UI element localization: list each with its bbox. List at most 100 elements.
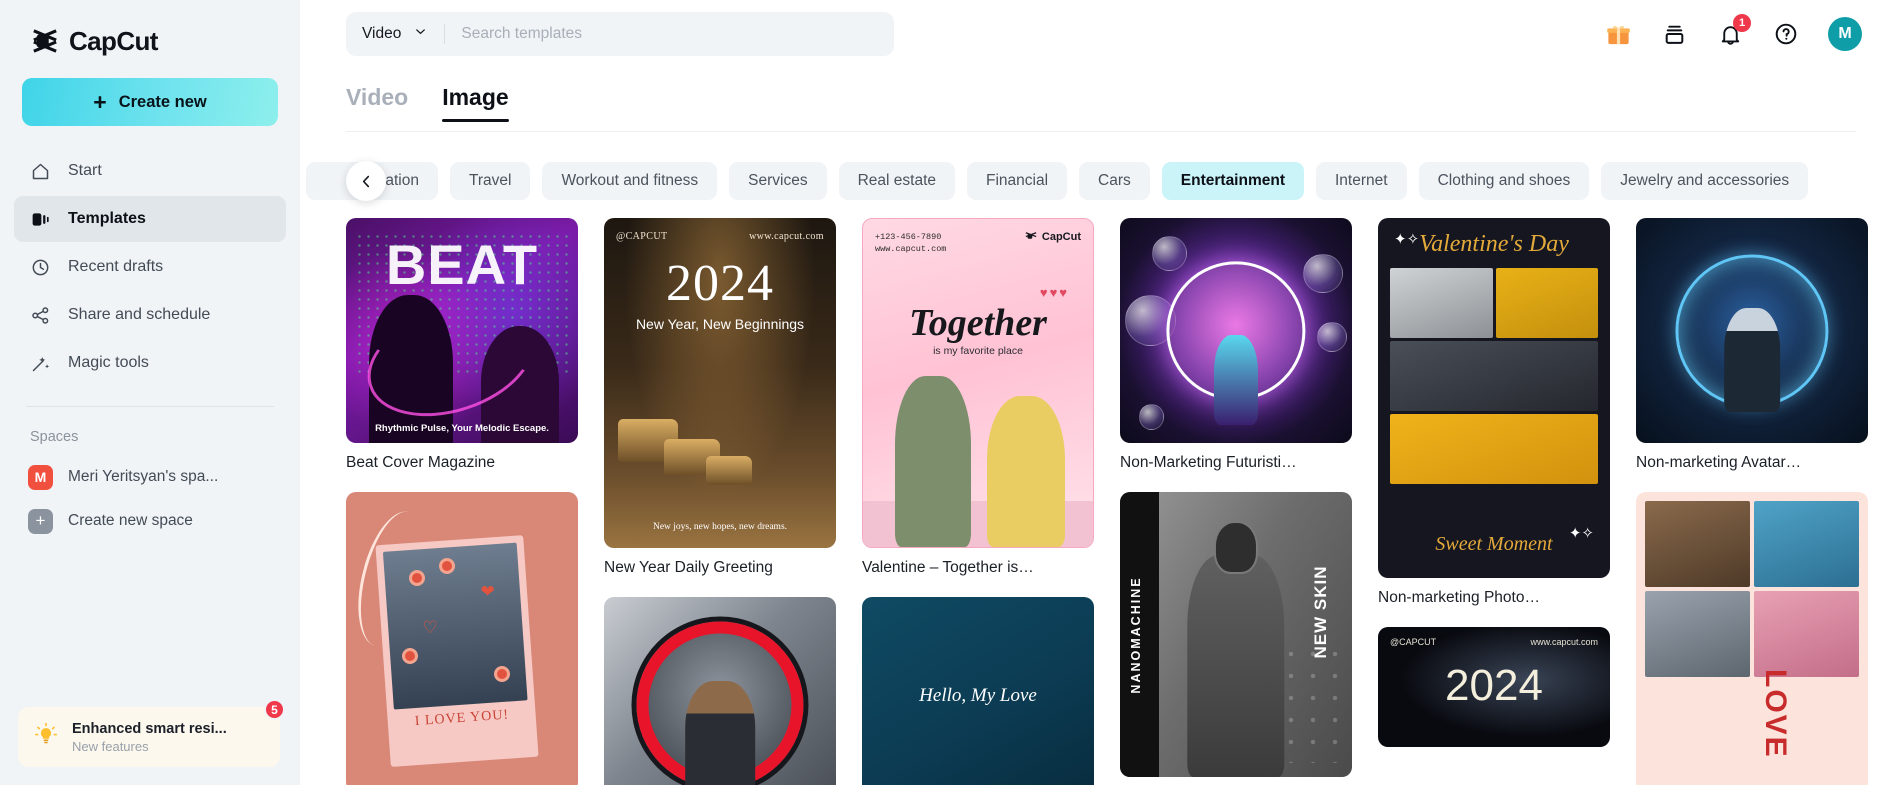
chip-workout-and-fitness[interactable]: Workout and fitness [542, 162, 718, 200]
gift-icon[interactable] [1604, 20, 1632, 48]
help-icon[interactable] [1772, 20, 1800, 48]
photo-frame: I LOVE YOU! [375, 535, 540, 767]
template-card[interactable]: +123-456-7890 www.capcut.com CapCut ♥♥♥ … [862, 218, 1094, 577]
illustration-figure [987, 396, 1066, 547]
thumb-word: BEAT [385, 233, 539, 296]
tab-image[interactable]: Image [442, 84, 510, 122]
collage-photo [1754, 501, 1859, 587]
template-thumbnail: NANOMACHINE NEW SKIN [1120, 492, 1352, 777]
template-card[interactable]: NANOMACHINE NEW SKIN [1120, 492, 1352, 777]
template-title: Non-Marketing Futuristi… [1120, 454, 1297, 471]
thumb-script-text: Hello, My Love [919, 685, 1037, 706]
car-shape [706, 455, 753, 486]
chip-real-estate[interactable]: Real estate [838, 162, 956, 200]
template-thumbnail: @CAPCUT www.capcut.com 2024 [1378, 627, 1610, 747]
thumb-love-text: LOVE [1759, 669, 1793, 759]
space-label: Meri Yeritsyan's spa... [68, 468, 219, 485]
template-title: Non-marketing Photo… [1378, 589, 1540, 606]
template-title: Non-marketing Avatar… [1636, 454, 1802, 471]
home-icon [28, 159, 52, 183]
top-bar: Video Search templates 1 M [300, 0, 1902, 68]
sidebar-item-magic-tools[interactable]: Magic tools [14, 340, 286, 386]
template-card[interactable]: BEAT Rhythmic Pulse, Your Melodic Escape… [346, 218, 578, 472]
content-type-tabs: Video Image [300, 68, 1902, 122]
template-card[interactable]: ✦✧ Valentine's Day Sweet Moment ✦✧ Non-m… [1378, 218, 1610, 607]
sidebar-item-label: Magic tools [68, 354, 149, 371]
space-avatar: M [28, 464, 53, 490]
template-card[interactable]: @CAPCUT www.capcut.com 2024 New Year, Ne… [604, 218, 836, 577]
search-scope-label: Video [362, 25, 402, 42]
chip-services[interactable]: Services [729, 162, 827, 200]
hearts-decoration: ♥♥♥ [1039, 285, 1069, 300]
thumb-year: 2024 [1445, 661, 1543, 710]
search-input[interactable] [461, 25, 878, 43]
space-label: Create new space [68, 512, 193, 529]
template-thumbnail: +123-456-7890 www.capcut.com CapCut ♥♥♥ … [862, 218, 1094, 548]
template-card[interactable]: Hello, My Love [862, 597, 1094, 785]
sidebar-item-templates[interactable]: Templates [14, 196, 286, 242]
search-bar[interactable]: Video [346, 12, 894, 56]
thumb-footer: New joys, new hopes, new dreams. [652, 522, 788, 532]
template-card[interactable]: Non-Marketing Futuristi… [1120, 218, 1352, 472]
thumb-side-text: NEW SKIN [1311, 565, 1331, 659]
bell-icon[interactable]: 1 [1716, 14, 1751, 48]
create-new-space-button[interactable]: + Create new space [14, 499, 286, 543]
heart-icon: ♡ [422, 618, 438, 637]
thumb-site: www.capcut.com [875, 244, 947, 255]
flower-shape [438, 558, 455, 574]
chip-travel[interactable]: Travel [449, 162, 531, 200]
tabs-divider [346, 131, 1856, 132]
chip-internet[interactable]: Internet [1316, 162, 1407, 200]
search-scope-dropdown[interactable]: Video [362, 24, 428, 44]
bubble-shape [1138, 403, 1165, 430]
tab-video[interactable]: Video [346, 84, 408, 122]
bell-badge: 1 [1733, 14, 1751, 32]
sidebar-item-start[interactable]: Start [14, 148, 286, 194]
chip-entertainment[interactable]: Entertainment [1161, 162, 1304, 200]
template-thumbnail [604, 597, 836, 785]
thumb-subtitle: New Year, New Beginnings [635, 316, 805, 332]
templates-icon [28, 207, 52, 231]
template-card[interactable]: I LOVE YOU! ❤ ♡ [346, 492, 578, 785]
chevron-left-icon[interactable] [346, 161, 386, 201]
template-thumbnail: @CAPCUT www.capcut.com 2024 New Year, Ne… [604, 218, 836, 548]
thumb-contact: +123-456-7890 www.capcut.com [875, 231, 946, 256]
chip-financial[interactable]: Financial [967, 162, 1068, 200]
spaces-label: Spaces [30, 429, 79, 445]
promo-text: Enhanced smart resi... New features [72, 721, 227, 754]
collage-photo [1645, 591, 1750, 677]
template-thumbnail [1636, 218, 1868, 443]
archive-icon[interactable] [1660, 20, 1688, 48]
portrait-shape [1213, 335, 1259, 425]
sidebar-item-share-and-schedule[interactable]: Share and schedule [14, 292, 286, 338]
heart-icon: ❤ [480, 582, 495, 601]
space-item-user[interactable]: M Meri Yeritsyan's spa... [14, 455, 286, 499]
category-chip-row: Education Travel Workout and fitness Ser… [306, 160, 1902, 202]
brand[interactable]: CapCut [0, 0, 300, 62]
chip-cars[interactable]: Cars [1079, 162, 1150, 200]
template-card[interactable]: LOVE [1636, 492, 1868, 785]
chip-clothing-and-shoes[interactable]: Clothing and shoes [1418, 162, 1590, 200]
collage-photo [1495, 268, 1598, 338]
create-new-button[interactable]: + Create new [22, 78, 278, 126]
sparkle-icon: ✦✧ [1394, 231, 1420, 248]
app-root: CapCut + Create new Start Templates Rece… [0, 0, 1902, 785]
sidebar: CapCut + Create new Start Templates Rece… [0, 0, 300, 785]
chip-jewelry-and-accessories[interactable]: Jewelry and accessories [1601, 162, 1809, 200]
user-avatar[interactable]: M [1828, 17, 1862, 51]
template-thumbnail [1120, 218, 1352, 443]
templates-grid: BEAT Rhythmic Pulse, Your Melodic Escape… [346, 218, 1868, 785]
flower-shape [401, 648, 418, 664]
sidebar-item-recent-drafts[interactable]: Recent drafts [14, 244, 286, 290]
promo-badge: 5 [264, 699, 285, 720]
promo-banner[interactable]: Enhanced smart resi... New features 5 [18, 699, 285, 767]
thumb-handle: @CAPCUT [1390, 637, 1437, 647]
template-thumbnail: Hello, My Love [862, 597, 1094, 785]
template-card[interactable]: @CAPCUT www.capcut.com 2024 [1378, 627, 1610, 747]
template-card[interactable]: Non-marketing Avatar… [1636, 218, 1868, 472]
brand-name: CapCut [69, 25, 158, 56]
template-card[interactable] [604, 597, 836, 785]
chevron-down-icon [413, 24, 428, 44]
collage-photo [1390, 268, 1493, 338]
thumb-header: @CAPCUT www.capcut.com [616, 231, 824, 242]
